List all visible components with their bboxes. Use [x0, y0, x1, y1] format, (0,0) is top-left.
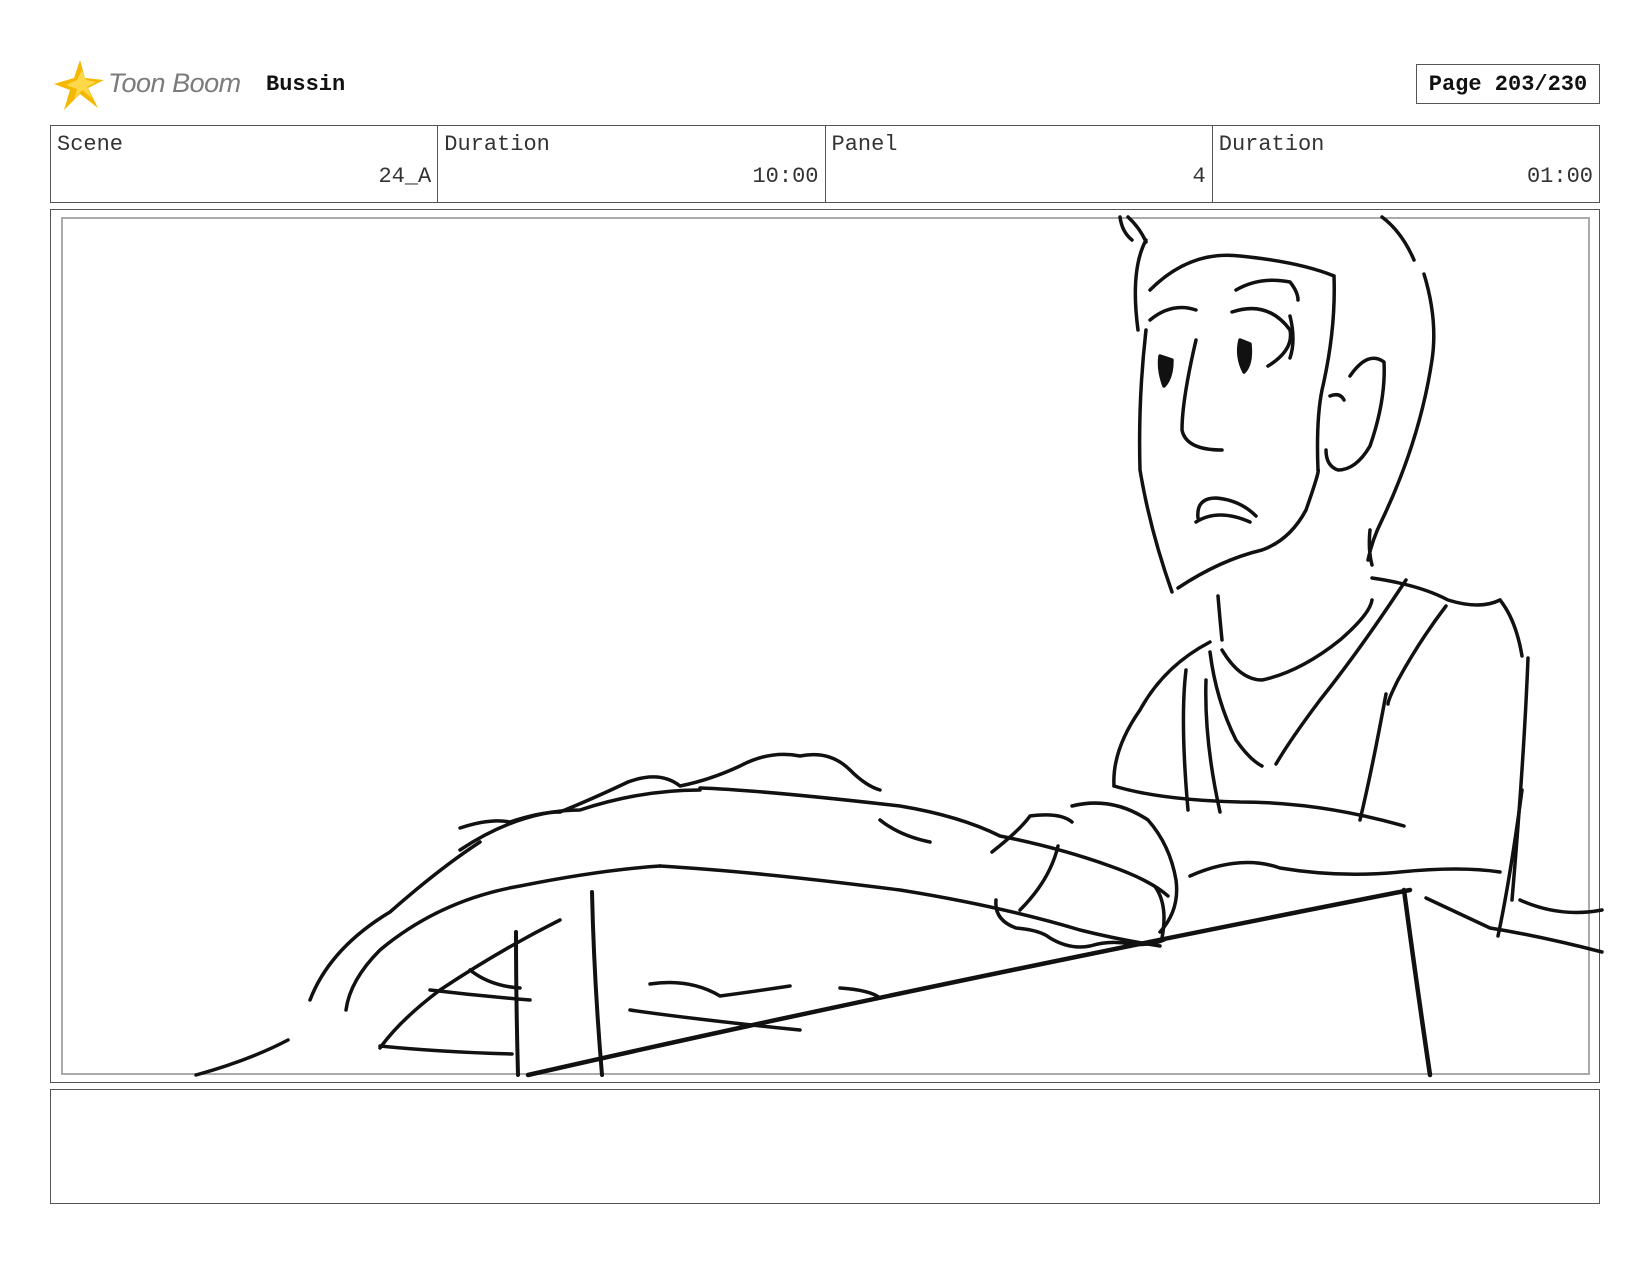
- sketch-sofa-seat: [658, 864, 1162, 948]
- sketch-cloth-line: [1188, 860, 1502, 878]
- sketch-right-eye: [1236, 338, 1253, 374]
- sketch-torso-right: [1358, 692, 1388, 822]
- sketch-left-shoulder: [1112, 640, 1212, 788]
- sketch-forearm: [1070, 801, 1179, 934]
- storyboard-sketch: [194, 215, 1604, 1078]
- sketch-left-eyebrow: [1148, 305, 1198, 322]
- sketch-sofa-curve: [378, 918, 562, 1050]
- sketch-nose: [1180, 338, 1224, 452]
- sketch-neck-left: [1216, 594, 1224, 642]
- sketch-shoulder-edge: [1498, 598, 1524, 658]
- sketch-sofa-inner: [344, 864, 662, 1012]
- sketch-jaw: [1176, 468, 1320, 590]
- sketch-hand-finger: [1018, 844, 1060, 912]
- sketch-torso-left: [1181, 668, 1190, 812]
- sketch-forehead: [1148, 253, 1336, 292]
- sketch-cushion-curl: [468, 968, 522, 990]
- sketch-cloth-right: [1424, 896, 1604, 954]
- sketch-mouth-lower: [1194, 513, 1252, 524]
- sketch-sofa-top-bumps: [626, 752, 882, 792]
- sketch-cushion-wave: [648, 980, 792, 998]
- sketch-face-right: [1315, 274, 1336, 472]
- sketch-sofa-bump: [458, 810, 562, 830]
- sketch-sofa-base: [378, 1044, 514, 1056]
- sketch-shirt-v: [1274, 578, 1408, 766]
- sketch-back-2: [1496, 788, 1524, 938]
- sketch-table-leg-right: [1401, 887, 1433, 1078]
- sketch-ear: [1324, 356, 1386, 472]
- sketch-cloth-right-2: [1518, 898, 1604, 915]
- panel-notes-box[interactable]: [50, 1089, 1600, 1204]
- sketch-floor-line: [194, 1038, 290, 1077]
- sketch-right-eyebrow: [1234, 278, 1300, 302]
- sketch-hand-top: [990, 813, 1074, 854]
- sketch-collar: [1220, 598, 1374, 682]
- sketch-table-leg-mid: [590, 890, 604, 1077]
- sketch-table-leg-left: [514, 930, 520, 1077]
- sketch-sofa-top-join: [558, 780, 630, 814]
- sketch-left-eye: [1157, 354, 1174, 388]
- sketch-shirt-fold: [1386, 604, 1448, 706]
- sketch-back: [1510, 656, 1530, 902]
- sketch-hair-right: [1380, 215, 1416, 262]
- sketch-cushion-line-2: [838, 986, 882, 1000]
- sketch-ear-inner: [1328, 392, 1346, 402]
- sketch-hair-left: [1133, 238, 1148, 332]
- sketch-torso-left-2: [1204, 678, 1222, 814]
- sketch-sofa-left: [308, 840, 482, 1002]
- sketch-sofa-crease: [878, 818, 932, 844]
